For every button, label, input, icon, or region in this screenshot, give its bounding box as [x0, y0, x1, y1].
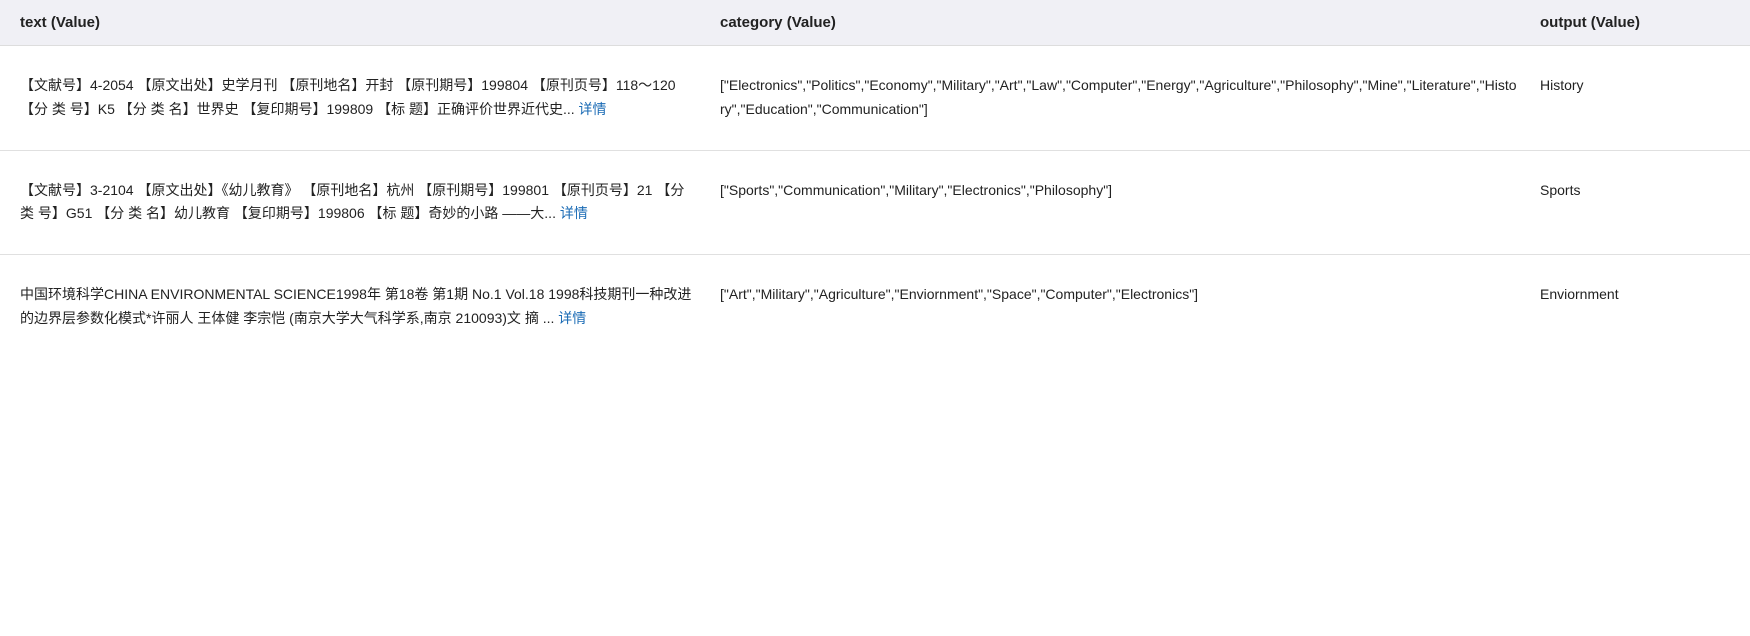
cell-output-1: History: [1520, 74, 1730, 98]
text-value-3: 中国环境科学CHINA ENVIRONMENTAL SCIENCE1998年 第…: [20, 286, 691, 326]
header-text-col: text (Value): [20, 14, 700, 31]
cell-text-2: 【文献号】3-2104 【原文出处】《幼儿教育》 【原刊地名】杭州 【原刊期号】…: [20, 179, 700, 227]
detail-link-1[interactable]: 详情: [579, 101, 607, 117]
cell-text-3: 中国环境科学CHINA ENVIRONMENTAL SCIENCE1998年 第…: [20, 283, 700, 331]
table-header: text (Value) category (Value) output (Va…: [0, 0, 1750, 46]
cell-category-2: ["Sports","Communication","Military","El…: [700, 179, 1520, 203]
table-body: 【文献号】4-2054 【原文出处】史学月刊 【原刊地名】开封 【原刊期号】19…: [0, 46, 1750, 359]
cell-output-2: Sports: [1520, 179, 1730, 203]
header-category-col: category (Value): [700, 14, 1520, 31]
table-row: 中国环境科学CHINA ENVIRONMENTAL SCIENCE1998年 第…: [0, 255, 1750, 359]
cell-text-1: 【文献号】4-2054 【原文出处】史学月刊 【原刊地名】开封 【原刊期号】19…: [20, 74, 700, 122]
cell-category-3: ["Art","Military","Agriculture","Enviorn…: [700, 283, 1520, 307]
header-output-col: output (Value): [1520, 14, 1730, 31]
main-table: text (Value) category (Value) output (Va…: [0, 0, 1750, 636]
detail-link-2[interactable]: 详情: [560, 205, 588, 221]
cell-category-1: ["Electronics","Politics","Economy","Mil…: [700, 74, 1520, 122]
cell-output-3: Enviornment: [1520, 283, 1730, 307]
table-row: 【文献号】4-2054 【原文出处】史学月刊 【原刊地名】开封 【原刊期号】19…: [0, 46, 1750, 151]
text-value-1: 【文献号】4-2054 【原文出处】史学月刊 【原刊地名】开封 【原刊期号】19…: [20, 77, 676, 117]
table-row: 【文献号】3-2104 【原文出处】《幼儿教育》 【原刊地名】杭州 【原刊期号】…: [0, 151, 1750, 256]
detail-link-3[interactable]: 详情: [558, 310, 586, 326]
